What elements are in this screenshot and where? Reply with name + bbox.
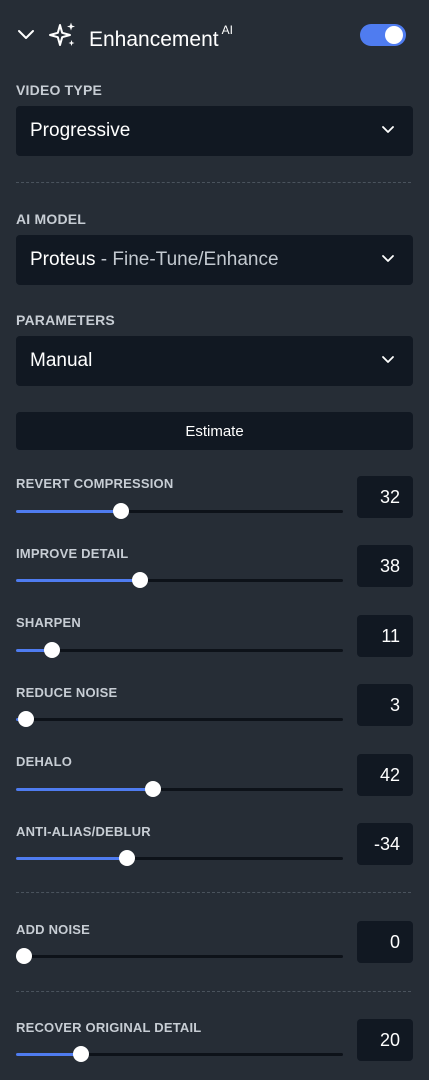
ai-model-value: Proteus - Fine-Tune/Enhance: [30, 248, 279, 272]
slider-thumb[interactable]: [112, 503, 129, 519]
estimate-button[interactable]: Estimate: [16, 412, 413, 450]
slider-track[interactable]: [16, 781, 343, 797]
slider-thumb[interactable]: [73, 1046, 90, 1062]
slider-label: RECOVER ORIGINAL DETAIL: [16, 1020, 202, 1035]
ai-model-separator: -: [95, 249, 113, 270]
slider-fill: [16, 579, 141, 582]
slider-label: REDUCE NOISE: [16, 685, 118, 700]
slider-label: ADD NOISE: [16, 922, 91, 937]
ai-model-label: AI MODEL: [16, 211, 87, 227]
value-input[interactable]: 11: [357, 615, 413, 657]
slider-label: DEHALO: [16, 754, 73, 769]
slider-label: SHARPEN: [16, 615, 81, 630]
section-title-text: Enhancement: [89, 28, 219, 51]
slider-thumb[interactable]: [43, 642, 60, 658]
enhancement-header: Enhancement AI: [0, 0, 429, 70]
value-text: -34: [373, 834, 400, 854]
slider-label: IMPROVE DETAIL: [16, 546, 129, 561]
slider-fill: [16, 788, 154, 791]
slider-fill: [16, 510, 121, 513]
value-text: 11: [381, 626, 400, 646]
slider-track[interactable]: [16, 572, 343, 588]
divider: [16, 991, 411, 992]
value-text: 0: [389, 932, 400, 952]
value-text: 32: [379, 487, 400, 507]
slider-track[interactable]: [16, 503, 343, 519]
chevron-down-icon: [382, 356, 394, 363]
slider-thumb[interactable]: [16, 948, 32, 964]
value-text: 20: [379, 1030, 400, 1050]
ai-model-detail: Fine-Tune/Enhance: [112, 249, 279, 270]
chevron-down-icon: [382, 255, 394, 262]
video-type-label: VIDEO TYPE: [16, 82, 103, 98]
slider-track[interactable]: [16, 711, 343, 727]
parameters-label: PARAMETERS: [16, 312, 115, 328]
value-text: 42: [379, 765, 400, 785]
estimate-button-label: Estimate: [185, 423, 244, 440]
ai-model-name: Proteus: [30, 249, 96, 270]
slider-thumb[interactable]: [17, 711, 34, 727]
slider-track[interactable]: [16, 1046, 343, 1062]
divider: [16, 182, 411, 183]
ai-model-select[interactable]: Proteus - Fine-Tune/Enhance: [16, 235, 413, 285]
value-input[interactable]: 32: [357, 476, 413, 518]
sparkle-icon: [49, 22, 75, 46]
slider-fill: [16, 1053, 82, 1056]
slider-thumb[interactable]: [145, 781, 162, 797]
value-input[interactable]: 42: [357, 754, 413, 796]
value-input[interactable]: 3: [357, 684, 413, 726]
divider: [16, 892, 411, 893]
video-type-value: Progressive: [30, 120, 131, 141]
video-type-select[interactable]: Progressive: [16, 106, 413, 156]
slider-label: REVERT COMPRESSION: [16, 476, 174, 491]
chevron-down-icon[interactable]: [16, 26, 36, 42]
enhancement-toggle[interactable]: [360, 24, 406, 46]
slider-track[interactable]: [16, 948, 343, 964]
value-input[interactable]: -34: [357, 823, 413, 865]
parameters-select[interactable]: Manual: [16, 336, 413, 386]
value-text: 38: [379, 556, 400, 576]
section-title: Enhancement AI: [89, 22, 233, 52]
slider-thumb[interactable]: [119, 850, 136, 866]
value-input[interactable]: 0: [357, 921, 413, 963]
slider-label: ANTI-ALIAS/DEBLUR: [16, 824, 151, 839]
slider-fill: [16, 857, 128, 860]
toggle-knob: [385, 26, 403, 44]
slider-track[interactable]: [16, 642, 343, 658]
slider-track[interactable]: [16, 850, 343, 866]
ai-badge: AI: [221, 23, 233, 37]
chevron-down-icon: [382, 126, 394, 133]
value-input[interactable]: 38: [357, 545, 413, 587]
parameters-value: Manual: [30, 350, 93, 371]
value-text: 3: [389, 695, 400, 715]
value-input[interactable]: 20: [357, 1019, 413, 1061]
slider-thumb[interactable]: [132, 572, 149, 588]
